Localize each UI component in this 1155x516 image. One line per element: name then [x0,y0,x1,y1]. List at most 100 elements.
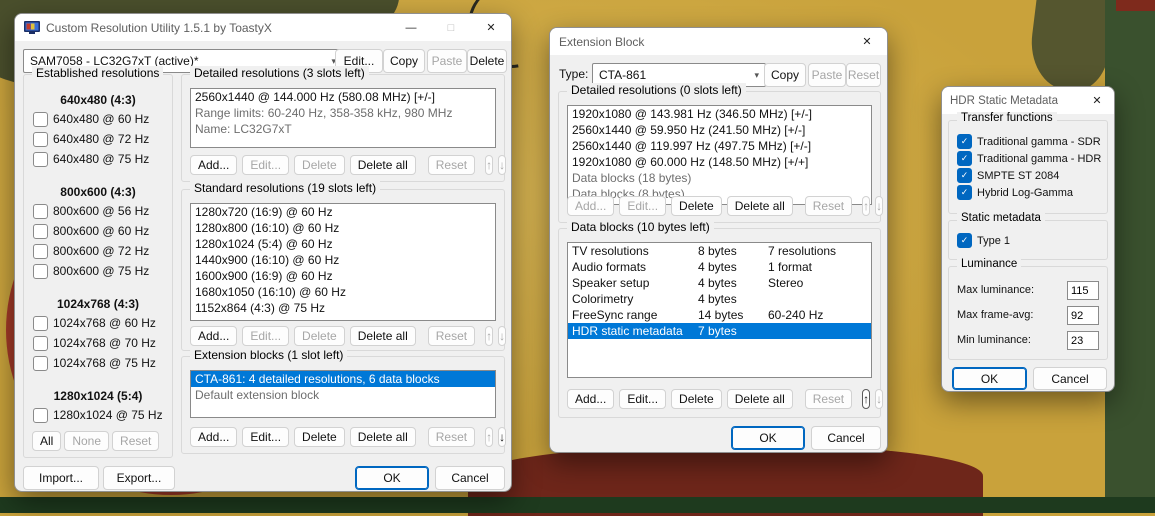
established-resolution-checkbox[interactable]: 640x480 @ 60 Hz [24,109,172,129]
established-resolution-checkbox[interactable]: 1024x768 @ 75 Hz [24,353,172,373]
established-resolution-checkbox[interactable]: 1024x768 @ 60 Hz [24,313,172,333]
titlebar[interactable]: HDR Static Metadata ✕ [942,87,1114,114]
checkbox-label: Traditional gamma - SDR [977,135,1101,148]
checkbox-icon [33,263,48,279]
paste-button: Paste [808,63,846,87]
list-item[interactable]: 1280x1024 (5:4) @ 60 Hz [191,236,495,252]
max-luminance-input[interactable] [1067,281,1099,300]
list-item[interactable]: 2560x1440 @ 119.997 Hz (497.75 MHz) [+/-… [568,138,871,154]
export-button[interactable]: Export... [103,466,175,490]
list-item[interactable]: Range limits: 60-240 Hz, 358-358 kHz, 98… [191,105,495,121]
cancel-button[interactable]: Cancel [811,426,881,450]
established-resolution-checkbox[interactable]: 800x600 @ 75 Hz [24,261,172,281]
list-item[interactable]: 1920x1080 @ 143.981 Hz (346.50 MHz) [+/-… [568,106,871,122]
ok-button[interactable]: OK [731,426,805,450]
ok-button[interactable]: OK [355,466,429,490]
list-item[interactable]: Name: LC32G7xT [191,121,495,137]
delete-button[interactable]: Delete [671,389,722,409]
add-button[interactable]: Add... [567,389,615,409]
import-button[interactable]: Import... [23,466,99,490]
data-block-row[interactable]: Audio formats 4 bytes 1 format [568,259,871,275]
established-resolution-checkbox[interactable]: 640x480 @ 72 Hz [24,129,172,149]
checkbox-traditional-gamma-sdr[interactable]: ✓ Traditional gamma - SDR [949,133,1107,150]
checkbox-hybrid-log-gamma[interactable]: ✓ Hybrid Log-Gamma [949,184,1107,201]
data-block-row[interactable]: Speaker setup 4 bytes Stereo [568,275,871,291]
list-item-selected[interactable]: CTA-861: 4 detailed resolutions, 6 data … [191,371,495,387]
checkbox-smpte-st-2084[interactable]: ✓ SMPTE ST 2084 [949,167,1107,184]
group-label: Established resolutions [32,66,164,80]
static-metadata-group: Static metadata ✓ Type 1 [948,212,1108,260]
established-resolution-checkbox[interactable]: 800x600 @ 72 Hz [24,241,172,261]
ok-button[interactable]: OK [952,367,1027,390]
edit-button[interactable]: Edit... [242,427,290,447]
block-bytes: 4 bytes [698,276,737,290]
add-button[interactable]: Add... [190,427,238,447]
wallpaper-maroon-bottom [468,446,983,516]
max-frame-avg-input[interactable] [1067,306,1099,325]
established-resolution-checkbox[interactable]: 800x600 @ 60 Hz [24,221,172,241]
close-icon[interactable]: ✕ [847,28,887,55]
reset-button: Reset [427,155,476,175]
data-block-row[interactable]: TV resolutions 8 bytes 7 resolutions [568,243,871,259]
checkbox-icon [33,203,48,219]
list-item[interactable]: 1680x1050 (16:10) @ 60 Hz [191,284,495,300]
delete-all-button[interactable]: Delete all [726,196,793,216]
delete-display-button[interactable]: Delete [467,49,507,73]
add-button[interactable]: Add... [190,155,238,175]
cancel-button[interactable]: Cancel [1033,367,1107,390]
list-item[interactable]: 2560x1440 @ 59.950 Hz (241.50 MHz) [+/-] [568,122,871,138]
data-block-row[interactable]: Colorimetry 4 bytes [568,291,871,307]
list-item[interactable]: 1920x1080 @ 60.000 Hz (148.50 MHz) [+/+] [568,154,871,170]
titlebar[interactable]: Extension Block ✕ [550,28,887,55]
move-up-icon: ↑ [862,196,871,216]
checkbox-icon [33,131,48,147]
established-resolution-checkbox[interactable]: 800x600 @ 56 Hz [24,201,172,221]
move-down-icon[interactable]: ↓ [498,427,507,447]
list-item[interactable]: 1440x900 (16:10) @ 60 Hz [191,252,495,268]
copy-button[interactable]: Copy [383,49,425,73]
delete-all-button[interactable]: Delete all [349,326,416,346]
copy-button[interactable]: Copy [764,63,806,87]
titlebar[interactable]: Custom Resolution Utility 1.5.1 by Toast… [15,14,511,41]
block-bytes: 4 bytes [698,292,737,306]
list-item[interactable]: 2560x1440 @ 144.000 Hz (580.08 MHz) [+/-… [191,89,495,105]
list-item[interactable]: 1280x720 (16:9) @ 60 Hz [191,204,495,220]
all-button[interactable]: All [32,431,62,451]
established-resolution-checkbox[interactable]: 1280x1024 @ 75 Hz [24,405,172,425]
move-up-icon[interactable]: ↑ [862,389,871,409]
data-block-row-selected[interactable]: HDR static metadata 7 bytes [568,323,871,339]
established-resolution-checkbox[interactable]: 1024x768 @ 70 Hz [24,333,172,353]
delete-button[interactable]: Delete [671,196,722,216]
extension-type-value: CTA-861 [599,68,647,82]
cancel-button[interactable]: Cancel [435,466,505,490]
group-label: Standard resolutions (19 slots left) [190,181,381,195]
edit-button[interactable]: Edit... [619,389,667,409]
standard-resolutions-group: Standard resolutions (19 slots left) 128… [181,181,507,351]
chevron-down-icon: ▾ [754,69,759,80]
established-resolution-checkbox[interactable]: 640x480 @ 75 Hz [24,149,172,169]
checkbox-icon [33,151,48,167]
list-item[interactable]: Data blocks (18 bytes) [568,170,871,186]
delete-all-button[interactable]: Delete all [349,427,416,447]
checkbox-label: 1024x768 @ 70 Hz [53,336,156,350]
data-block-row[interactable]: FreeSync range 14 bytes 60-240 Hz [568,307,871,323]
list-item[interactable]: 1600x900 (16:9) @ 60 Hz [191,268,495,284]
close-icon[interactable]: ✕ [1080,87,1114,114]
block-bytes: 7 bytes [698,324,737,338]
minimize-icon[interactable]: — [391,14,431,41]
list-item[interactable]: 1152x864 (4:3) @ 75 Hz [191,300,495,316]
checkbox-traditional-gamma-hdr[interactable]: ✓ Traditional gamma - HDR [949,150,1107,167]
close-icon[interactable]: ✕ [471,14,511,41]
list-item[interactable]: 1280x800 (16:10) @ 60 Hz [191,220,495,236]
delete-all-button[interactable]: Delete all [726,389,793,409]
add-button[interactable]: Add... [190,326,238,346]
block-name: HDR static metadata [572,324,683,338]
delete-all-button[interactable]: Delete all [349,155,416,175]
data-blocks-group: Data blocks (10 bytes left) TV resolutio… [558,220,884,418]
delete-button[interactable]: Delete [294,427,345,447]
min-luminance-input[interactable] [1067,331,1099,350]
checkbox-type-1[interactable]: ✓ Type 1 [949,232,1107,249]
cru-main-window: Custom Resolution Utility 1.5.1 by Toast… [14,13,512,492]
group-label: Extension blocks (1 slot left) [190,348,348,362]
list-item[interactable]: Default extension block [191,387,495,403]
